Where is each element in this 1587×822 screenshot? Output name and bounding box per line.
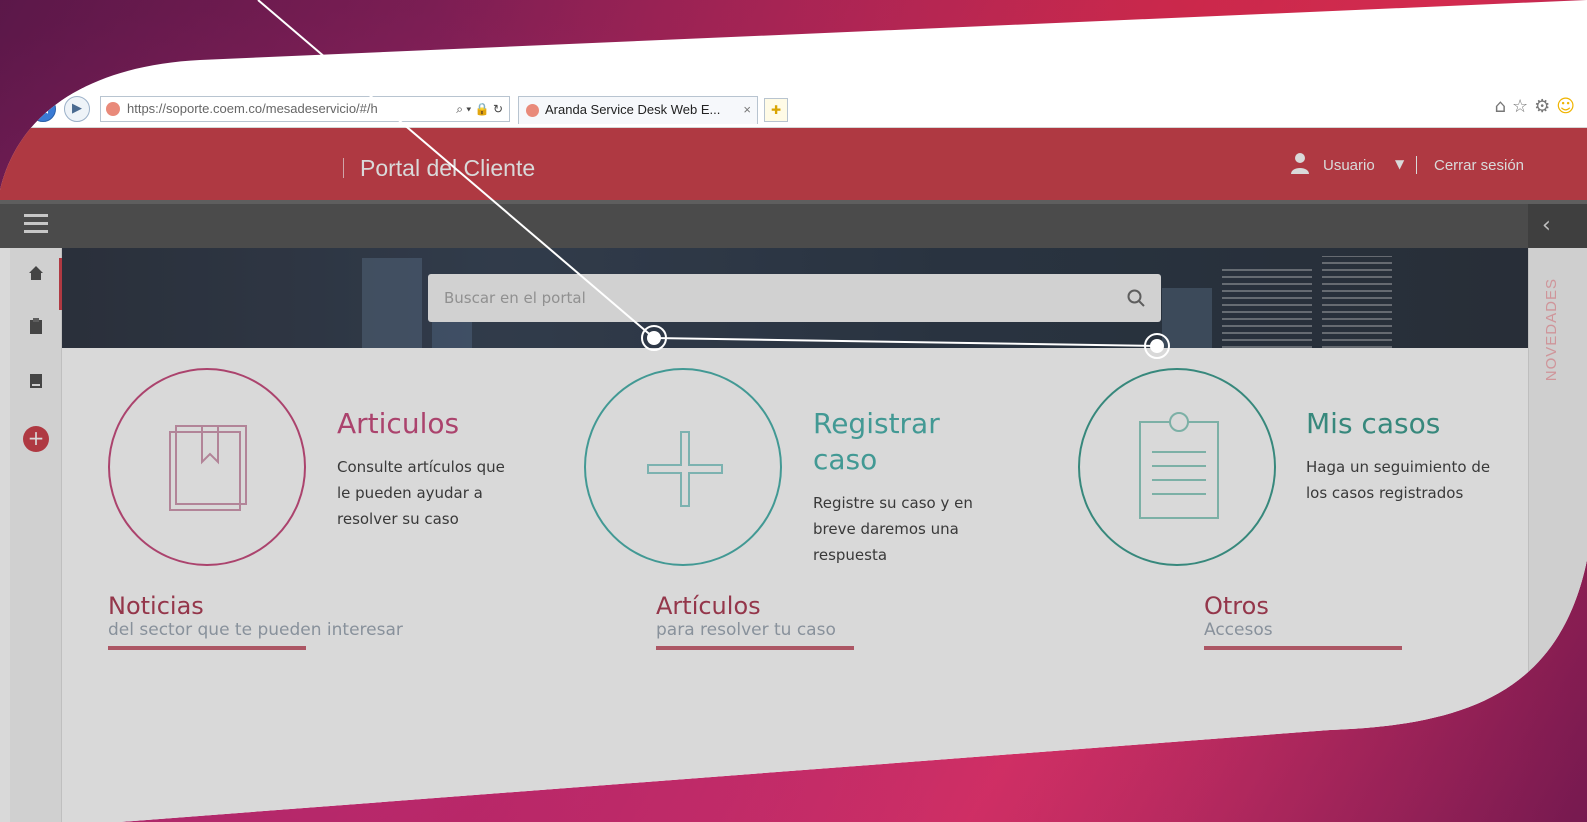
sidebar-item-articles[interactable]	[10, 366, 62, 402]
register-case-card-title[interactable]: Registrar caso	[813, 406, 993, 478]
home-icon[interactable]: ⌂	[1495, 96, 1512, 117]
feedback-smiley-icon[interactable]: ☺	[1556, 96, 1581, 117]
articles-card-description: Consulte artículos que le pueden ayudar …	[337, 458, 505, 528]
address-url: https://soporte.coem.co/mesadeservicio/#…	[127, 101, 378, 116]
plus-icon	[586, 370, 784, 568]
other-section-title: Otros	[1204, 592, 1269, 620]
title-divider	[343, 158, 344, 178]
my-cases-card-title[interactable]: Mis casos	[1306, 406, 1440, 442]
favorites-star-icon[interactable]: ☆	[1512, 96, 1534, 117]
skyline-lights	[1222, 268, 1312, 348]
settings-gear-icon[interactable]: ⚙	[1534, 96, 1556, 117]
browser-toolbar: ◀ ▶ https://soporte.coem.co/mesadeservic…	[0, 88, 1587, 128]
tab-title: Aranda Service Desk Web E...	[545, 102, 721, 117]
news-section-title: Noticias	[108, 592, 204, 620]
collapse-panel-button[interactable]: ‹	[1528, 204, 1587, 248]
portal-header: Portal del Cliente Usuario ▼ Cerrar sesi…	[0, 128, 1587, 200]
skyline-building	[1162, 288, 1212, 348]
address-bar[interactable]: https://soporte.coem.co/mesadeservicio/#…	[100, 96, 510, 122]
tab-favicon-icon	[526, 104, 539, 117]
articles-section-subtitle: para resolver tu caso	[656, 620, 836, 640]
menu-hamburger-icon[interactable]	[24, 214, 48, 234]
skyline-lights	[1322, 256, 1392, 348]
register-case-card-circle[interactable]	[584, 368, 782, 566]
book-icon	[110, 370, 308, 568]
clipboard-icon	[1080, 370, 1278, 568]
clipboard-icon	[28, 317, 44, 335]
my-cases-card-circle[interactable]	[1078, 368, 1276, 566]
address-tools[interactable]: ⌕ ▾ 🔒 ↻	[456, 97, 503, 121]
browser-tab[interactable]: Aranda Service Desk Web E... ×	[518, 96, 758, 124]
user-icon[interactable]	[1290, 152, 1310, 179]
my-cases-card-description: Haga un seguimiento de los casos registr…	[1306, 458, 1491, 502]
search-icon[interactable]	[1127, 289, 1145, 307]
articles-card-title[interactable]: Articulos	[337, 406, 459, 442]
header-divider	[1416, 156, 1417, 174]
book-icon	[28, 373, 44, 389]
other-section-underline	[1204, 646, 1402, 650]
left-sidebar: +	[10, 248, 62, 822]
rail-label: NOVEDADES	[1543, 278, 1560, 382]
articles-card-circle[interactable]	[108, 368, 306, 566]
page-title: Portal del Cliente	[360, 155, 536, 181]
forward-button[interactable]: ▶	[64, 96, 90, 122]
tab-close-icon[interactable]: ×	[743, 97, 751, 123]
new-tab-button[interactable]: ✚	[764, 98, 788, 122]
register-case-card-description: Registre su caso y en breve daremos una …	[813, 494, 973, 564]
browser-icons: ⌂☆⚙☺	[1495, 96, 1581, 117]
user-menu[interactable]: Usuario	[1323, 157, 1375, 174]
news-section-subtitle: del sector que te pueden interesar	[108, 620, 403, 640]
site-favicon-icon	[106, 102, 120, 116]
sidebar-item-cases[interactable]	[10, 312, 62, 348]
logout-link[interactable]: Cerrar sesión	[1434, 157, 1524, 174]
search-input[interactable]	[428, 274, 1108, 322]
sidebar-item-home[interactable]	[10, 258, 62, 294]
screenshot-frame: ◀ ▶ https://soporte.coem.co/mesadeservic…	[0, 0, 1587, 822]
articles-section-title: Artículos	[656, 592, 761, 620]
home-icon	[28, 265, 44, 281]
articles-section-underline	[656, 646, 854, 650]
add-case-button[interactable]: +	[23, 426, 49, 452]
app-toolbar: ‹	[0, 200, 1587, 248]
portal-search	[428, 274, 1161, 322]
news-section-underline	[108, 646, 306, 650]
user-dropdown-caret-icon[interactable]: ▼	[1395, 157, 1404, 171]
skyline-building	[362, 258, 422, 348]
other-section-subtitle: Accesos	[1204, 620, 1273, 640]
